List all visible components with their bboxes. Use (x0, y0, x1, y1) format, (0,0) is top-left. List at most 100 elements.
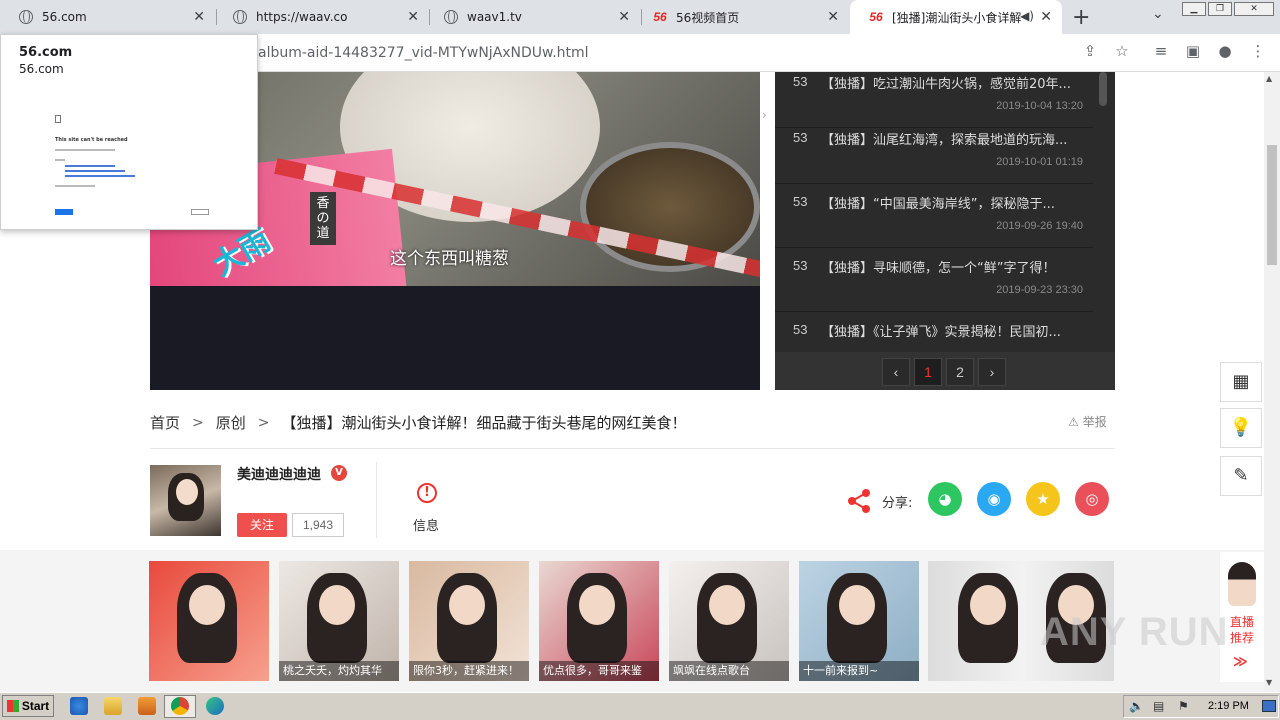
prev-page-button[interactable]: ‹ (882, 358, 910, 386)
tab-56com[interactable]: 56.com ✕ (0, 0, 215, 34)
tab-56-home[interactable]: 56 56视频首页 ✕ (634, 0, 849, 34)
tab-label: https://waav.co (256, 10, 348, 24)
playlist-item-number: 53 (793, 322, 808, 337)
media-player-icon[interactable] (138, 697, 156, 715)
close-window-icon[interactable]: ✕ (1234, 2, 1274, 16)
playlist-item[interactable]: 53 【独播】吃过潮汕牛肉火锅，感觉前20年... 2019-10-04 13:… (775, 64, 1093, 128)
qq-icon[interactable]: ◉ (977, 482, 1011, 516)
tab-waav1[interactable]: waav1.tv ✕ (425, 0, 640, 34)
qr-code-icon[interactable]: ▦ (1220, 362, 1262, 402)
tab-waav[interactable]: https://waav.co ✕ (214, 0, 429, 34)
edit-note-icon[interactable]: ✎ (1220, 456, 1262, 496)
report-label: 举报 (1082, 415, 1107, 429)
show-desktop-icon[interactable] (1262, 700, 1276, 712)
recommend-card[interactable]: 十一前来报到~ (799, 561, 919, 681)
close-icon[interactable]: ✕ (193, 9, 205, 25)
edge-icon[interactable] (206, 697, 224, 715)
alert-circle-icon[interactable]: ! (417, 483, 437, 503)
flag-icon[interactable]: ⚑ (1178, 699, 1189, 713)
star-icon[interactable]: ☆ (1112, 42, 1132, 62)
folder-icon[interactable] (104, 697, 122, 715)
scroll-up-icon[interactable]: ▲ (1266, 74, 1272, 83)
recommend-card[interactable]: 限你3秒，赶紧进来！ (409, 561, 529, 681)
tab-label: waav1.tv (467, 10, 522, 24)
preview-error-text: This site can't be reached (55, 137, 128, 143)
recommend-caption: 限你3秒，赶紧进来！ (409, 661, 529, 681)
playlist-item-title: 【独播】“中国最美海岸线”，探秘隐于... (821, 197, 1055, 212)
recommend-caption: 十一前来报到~ (799, 661, 919, 681)
share-page-icon[interactable]: ⇪ (1080, 42, 1100, 62)
next-page-button[interactable]: › (978, 358, 1006, 386)
warning-icon: ⚠ (1068, 415, 1079, 429)
chevron-right-icon[interactable]: › (762, 108, 767, 122)
media-control-icon[interactable]: ≡ (1151, 42, 1171, 62)
breadcrumb-home[interactable]: 首页 (150, 412, 180, 433)
new-tab-icon[interactable]: + (1072, 5, 1090, 30)
start-label: Start (21, 699, 50, 713)
side-panel-icon[interactable]: ▣ (1183, 42, 1203, 62)
recommend-caption: 飒飒在线点歌台 (669, 661, 789, 681)
globe-icon (232, 9, 248, 25)
qzone-star-icon[interactable]: ★ (1026, 482, 1060, 516)
verified-badge-icon: V (331, 465, 347, 481)
share-label: 分享: (882, 496, 913, 511)
close-icon[interactable]: ✕ (407, 9, 419, 25)
chevron-down-icon[interactable]: ⌄ (1152, 6, 1164, 22)
double-chevron-right-icon[interactable]: ≫ (1233, 654, 1248, 670)
network-icon[interactable]: ▤ (1153, 699, 1164, 713)
recommend-card[interactable]: 优点很多，哥哥来鉴 (539, 561, 659, 681)
close-icon[interactable]: ✕ (1040, 9, 1052, 25)
more-menu-icon[interactable]: ⋮ (1248, 42, 1268, 62)
playlist-item[interactable]: 53 【独播】汕尾红海湾，探索最地道的玩海... 2019-10-01 01:1… (775, 120, 1093, 184)
speaker-icon[interactable]: ◀) (1020, 9, 1034, 23)
chevron-right-icon: > (192, 414, 204, 431)
ie-icon[interactable] (70, 697, 88, 715)
live-recommend-label[interactable]: 直播推荐 (1230, 614, 1254, 646)
weibo-icon[interactable]: ◎ (1075, 482, 1109, 516)
wechat-icon[interactable]: ◕ (928, 482, 962, 516)
preview-url: 56.com (19, 62, 64, 76)
recommend-card[interactable]: 桃之夭夭，灼灼其华 (279, 561, 399, 681)
chrome-icon[interactable] (171, 697, 189, 715)
minimize-icon[interactable]: ▁ (1182, 2, 1206, 16)
fans-count: 1,943 (292, 513, 344, 537)
recommend-card[interactable]: 飒飒在线点歌台 (669, 561, 789, 681)
uploader-avatar[interactable] (150, 465, 221, 536)
close-icon[interactable]: ✕ (618, 9, 630, 25)
profile-icon[interactable]: ● (1215, 42, 1235, 62)
playlist-item-date: 2019-09-26 19:40 (996, 220, 1083, 232)
playlist-item[interactable]: 53 【独播】“中国最美海岸线”，探秘隐于... 2019-09-26 19:4… (775, 184, 1093, 248)
close-icon[interactable]: ✕ (827, 9, 839, 25)
system-tray (1123, 695, 1279, 718)
playlist-item-number: 53 (793, 194, 808, 209)
page-scrollbar-thumb[interactable] (1267, 145, 1277, 265)
report-link[interactable]: ⚠ 举报 (1068, 413, 1107, 430)
tab-active-video[interactable]: 56 [独播]潮汕街头小食详解 ◀) ✕ (850, 0, 1062, 34)
volume-icon[interactable]: 🔈 (1129, 699, 1144, 713)
breadcrumb-category[interactable]: 原创 (216, 412, 246, 433)
globe-icon (443, 9, 459, 25)
playlist-scrollbar[interactable] (1099, 72, 1107, 106)
logo-56-icon: 56 (653, 10, 667, 24)
recommend-card[interactable] (149, 561, 269, 681)
divider (150, 448, 1115, 449)
follow-button[interactable]: 关注 (237, 513, 287, 537)
scroll-down-icon[interactable]: ▼ (1266, 678, 1272, 687)
address-bar[interactable]: album-aid-14483277_vid-MTYwNjAxNDUw.html (258, 45, 589, 61)
maximize-icon[interactable]: ❐ (1208, 2, 1232, 16)
playlist-item-number: 53 (793, 130, 808, 145)
playlist-item-date: 2019-10-01 01:19 (996, 156, 1083, 168)
preview-button (191, 209, 209, 215)
document-icon (55, 115, 61, 123)
page-1-button[interactable]: 1 (914, 358, 942, 386)
info-label[interactable]: 信息 (413, 515, 439, 534)
lightbulb-icon[interactable]: 💡 (1220, 408, 1262, 448)
page-2-button[interactable]: 2 (946, 358, 974, 386)
uploader-name[interactable]: 美迪迪迪迪迪 (237, 464, 321, 484)
playlist-item[interactable]: 53 【独播】寻味顺德，怎一个“鲜”字了得！ 2019-09-23 23:30 (775, 248, 1093, 312)
start-button[interactable]: Start (2, 695, 54, 717)
recommend-caption: 桃之夭夭，灼灼其华 (279, 661, 399, 681)
live-avatar (1228, 562, 1256, 606)
playlist-pager: ‹ 1 2 › (775, 352, 1115, 390)
preview-button (55, 209, 73, 215)
